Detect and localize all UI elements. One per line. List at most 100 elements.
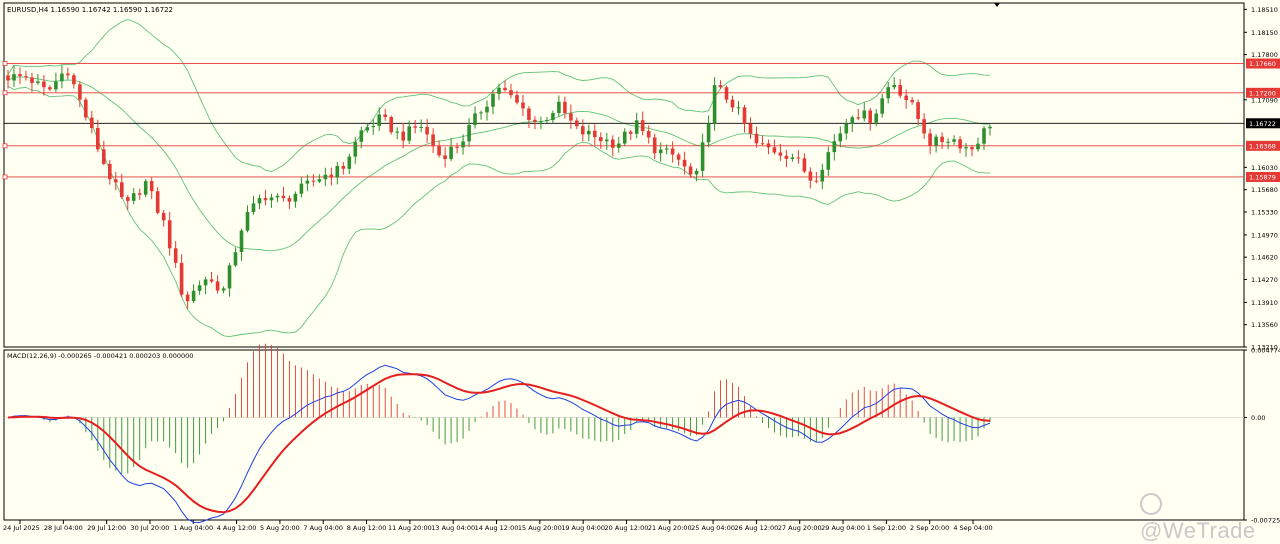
- x-tick-label: 29 Aug 04:00: [821, 524, 865, 532]
- candle-body: [425, 127, 429, 135]
- candle-body: [772, 147, 777, 153]
- candle-body: [317, 179, 322, 182]
- candle-body: [389, 117, 393, 133]
- candle-body: [78, 84, 82, 100]
- candle-body: [479, 112, 483, 114]
- y-tick-label: 1.14620: [1251, 254, 1278, 262]
- x-tick-label: 11 Aug 20:00: [388, 524, 432, 532]
- candle-body: [263, 198, 268, 201]
- candle-body: [233, 252, 238, 266]
- candle-body: [54, 81, 58, 90]
- candle-body: [18, 74, 22, 77]
- candle-body: [323, 174, 328, 180]
- candle-body: [527, 108, 531, 120]
- candle-body: [904, 95, 908, 101]
- candle-body: [66, 73, 70, 76]
- candle-body: [676, 154, 681, 160]
- y-tick-label: 1.14970: [1251, 231, 1278, 239]
- candle-body: [299, 183, 304, 194]
- candle-body: [664, 148, 669, 150]
- candle-body: [599, 137, 603, 142]
- macd-y-tick-label: 0.00: [1251, 414, 1265, 422]
- candle-body: [862, 110, 867, 119]
- candle-body: [90, 117, 94, 128]
- candle-body: [898, 85, 902, 96]
- candle-body: [964, 147, 968, 149]
- candle-body: [179, 262, 184, 295]
- candle-body: [611, 139, 615, 148]
- candle-body: [155, 191, 160, 213]
- candle-body: [102, 149, 106, 164]
- candle-body: [587, 130, 591, 135]
- candle-body: [886, 87, 890, 99]
- candle-body: [407, 126, 411, 141]
- candle-body: [640, 120, 645, 132]
- candle-body: [120, 182, 124, 198]
- candle-body: [551, 113, 555, 121]
- macd-header: MACD(12,26,9) -0.000265 -0.000421 0.0002…: [7, 352, 193, 360]
- y-tick-label: 1.18510: [1251, 6, 1278, 14]
- candle-body: [856, 117, 861, 119]
- candle-body: [485, 106, 489, 113]
- candle-body: [874, 113, 878, 123]
- level-anchor: [2, 143, 8, 149]
- price-label: 1.17200: [1249, 89, 1276, 97]
- candle-body: [377, 114, 381, 126]
- candle-body: [850, 117, 855, 124]
- candle-body: [293, 193, 298, 202]
- candle-body: [209, 279, 214, 282]
- candle-body: [838, 133, 843, 142]
- main-panel-frame: [3, 2, 1245, 348]
- candle-body: [431, 134, 435, 146]
- candle-body: [137, 193, 142, 195]
- x-tick-label: 27 Aug 20:00: [778, 524, 822, 532]
- candle-body: [880, 98, 884, 114]
- candle-body: [820, 169, 825, 182]
- candles: [6, 65, 992, 309]
- bollinger-bands: [7, 19, 991, 338]
- candle-body: [30, 77, 34, 83]
- wetrade-logo-icon: [1140, 493, 1162, 515]
- macd-signal-line: [7, 373, 991, 514]
- candle-body: [443, 155, 447, 159]
- candle-body: [227, 265, 232, 289]
- x-tick-label: 14 Aug 12:00: [475, 524, 519, 532]
- candle-body: [976, 143, 980, 150]
- candle-body: [419, 127, 423, 128]
- candle-body: [658, 149, 663, 154]
- x-tick-label: 4 Aug 12:00: [217, 524, 257, 532]
- candle-body: [575, 120, 579, 127]
- y-tick-label: 1.14270: [1251, 276, 1278, 284]
- price-chart[interactable]: EURUSD,H4 1.16590 1.16742 1.16590 1.1672…: [0, 0, 1280, 537]
- candle-body: [784, 155, 789, 159]
- candle-body: [718, 85, 723, 88]
- x-tick-label: 24 Jul 2025: [3, 524, 40, 532]
- watermark-text: @WeTrade: [1140, 518, 1256, 543]
- y-tick-label: 1.15330: [1251, 208, 1278, 216]
- candle-body: [491, 93, 495, 107]
- candle-body: [754, 133, 759, 144]
- candle-body: [533, 119, 537, 122]
- candle-body: [281, 195, 286, 199]
- candle-body: [628, 131, 633, 134]
- candle-body: [84, 99, 88, 118]
- candle-body: [934, 136, 938, 146]
- candle-body: [365, 127, 370, 131]
- level-anchor: [2, 61, 8, 66]
- candle-body: [257, 198, 262, 204]
- candle-body: [497, 87, 501, 94]
- candle-body: [191, 290, 196, 302]
- candle-body: [688, 166, 693, 175]
- candle-body: [509, 90, 513, 96]
- candle-body: [36, 81, 40, 83]
- x-tick-label: 4 Sep 04:00: [953, 524, 992, 532]
- candle-body: [12, 74, 16, 81]
- candle-body: [970, 147, 974, 150]
- candle-body: [778, 152, 783, 156]
- candle-body: [467, 125, 471, 142]
- x-tick-label: 2 Sep 20:00: [910, 524, 949, 532]
- candle-body: [808, 171, 813, 181]
- candle-body: [557, 101, 561, 113]
- candle-body: [796, 157, 801, 159]
- candle-body: [958, 139, 962, 149]
